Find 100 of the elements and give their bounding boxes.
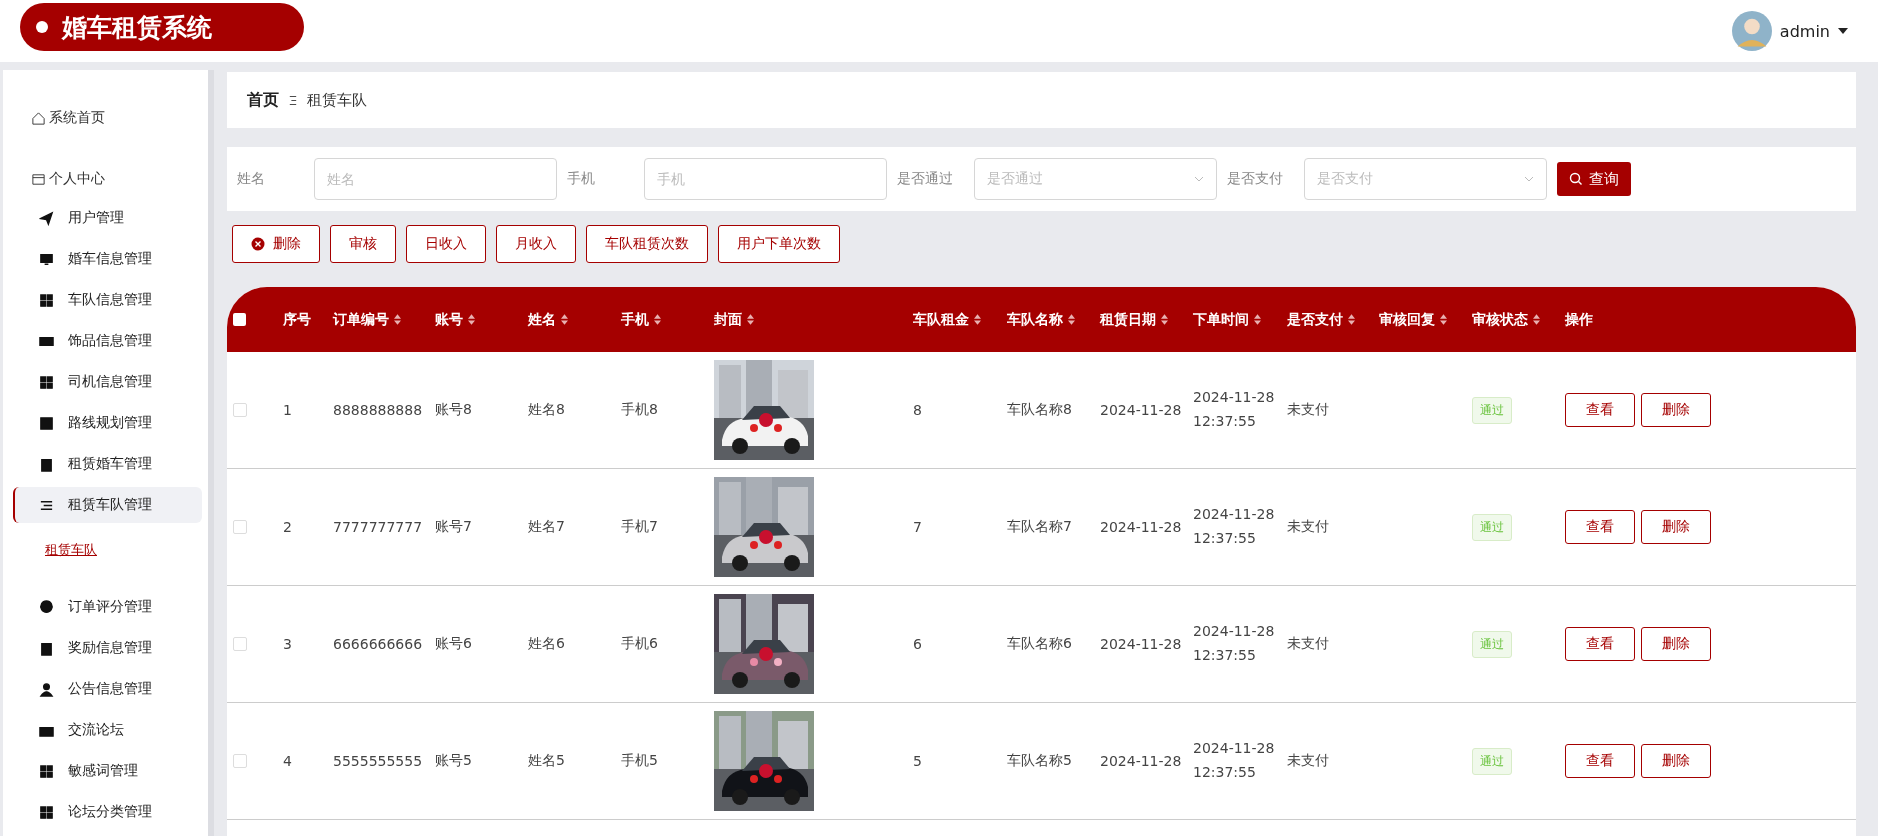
sidebar-item[interactable]: 租赁婚车管理 <box>13 446 202 482</box>
sidebar-item[interactable]: 路线规划管理 <box>13 405 202 441</box>
table-cell: 账号5 <box>435 752 472 770</box>
column-header[interactable]: 账号 <box>435 310 475 329</box>
grid-icon <box>39 374 54 390</box>
sidebar-item[interactable]: 论坛分类管理 <box>13 794 202 830</box>
delete-button[interactable]: 删除 <box>1641 627 1711 661</box>
grid-icon <box>39 292 54 308</box>
table-cell: 车队名称6 <box>1007 635 1072 653</box>
column-header[interactable]: 审核状态 <box>1472 310 1540 329</box>
column-header[interactable]: 下单时间 <box>1193 310 1261 329</box>
action-button[interactable]: 用户下单次数 <box>718 225 840 263</box>
input-field[interactable]: 手机 <box>644 158 887 200</box>
view-button[interactable]: 查看 <box>1565 744 1635 778</box>
sort-icon[interactable] <box>468 314 475 325</box>
table-cell: 账号8 <box>435 401 472 419</box>
field-label: 手机 <box>567 170 596 188</box>
sidebar-item[interactable]: 订单评分管理 <box>13 589 202 625</box>
table-cell-text: 2024-11-28 12:37:55 <box>1193 505 1276 548</box>
caret-icon[interactable] <box>1838 28 1848 34</box>
sort-icon[interactable] <box>747 314 754 325</box>
search-button[interactable]: 查询 <box>1557 162 1631 196</box>
avatar-icon[interactable] <box>1731 11 1772 51</box>
delete-button[interactable]: 删除 <box>1641 744 1711 778</box>
table-cell: 6666666666 <box>333 636 423 652</box>
sort-icon[interactable] <box>1440 314 1447 325</box>
action-button[interactable]: 审核 <box>330 225 396 263</box>
sort-icon[interactable] <box>1348 314 1355 325</box>
table-cell: 2024-11-28 <box>1100 402 1182 418</box>
table-cell: 姓名6 <box>528 635 565 653</box>
sidebar-item[interactable]: 公告信息管理 <box>13 671 202 707</box>
sidebar-item[interactable]: 婚车信息管理 <box>13 241 202 277</box>
table-cell: 手机5 <box>621 752 658 770</box>
column-header[interactable]: 审核回复 <box>1379 310 1447 329</box>
sort-icon[interactable] <box>1533 314 1540 325</box>
table-cell: 手机6 <box>621 635 658 653</box>
sidebar-item[interactable]: 车队信息管理 <box>13 282 202 318</box>
sort-icon[interactable] <box>1254 314 1261 325</box>
column-header[interactable]: 操作 <box>1565 310 1593 329</box>
table-cell: 7 <box>913 519 922 535</box>
column-header[interactable]: 手机 <box>621 310 661 329</box>
sidebar-item[interactable]: 饰品信息管理 <box>13 323 202 359</box>
table-cell: 姓名7 <box>528 518 565 536</box>
column-header[interactable]: 车队租金 <box>913 310 981 329</box>
breadcrumb-link[interactable]: 首页 <box>247 89 279 111</box>
sort-icon[interactable] <box>654 314 661 325</box>
sidebar-item[interactable]: 系统首页 <box>3 98 208 138</box>
column-header[interactable]: 租赁日期 <box>1100 310 1168 329</box>
column-header[interactable]: 车队名称 <box>1007 310 1075 329</box>
delete-button[interactable]: 删除 <box>232 225 320 263</box>
input-field[interactable]: 姓名 <box>314 158 557 200</box>
table-cell: 4 <box>283 753 292 769</box>
column-header[interactable]: 是否支付 <box>1287 310 1355 329</box>
status-tag: 通过 <box>1472 630 1512 658</box>
column-header[interactable]: 姓名 <box>528 310 568 329</box>
sort-icon[interactable] <box>394 314 401 325</box>
row-checkbox[interactable] <box>233 403 247 417</box>
sort-icon[interactable] <box>1161 314 1168 325</box>
delete-button[interactable]: 删除 <box>1641 510 1711 544</box>
grid-icon <box>39 804 54 820</box>
view-button[interactable]: 查看 <box>1565 510 1635 544</box>
table-cell: 未支付 <box>1287 401 1329 419</box>
table-cell: 手机7 <box>621 518 658 536</box>
delete-button[interactable]: 删除 <box>1641 393 1711 427</box>
sidebar-item[interactable]: 交流论坛 <box>13 712 202 748</box>
sort-icon[interactable] <box>974 314 981 325</box>
action-button[interactable]: 日收入 <box>406 225 486 263</box>
table-cell: 账号7 <box>435 518 472 536</box>
user-menu[interactable]: admin <box>1779 21 1830 41</box>
sidebar-item[interactable]: 个人中心 <box>3 159 208 199</box>
table-cell: 7777777777 <box>333 519 423 535</box>
action-button[interactable]: 车队租赁次数 <box>586 225 708 263</box>
sidebar-item[interactable]: 奖励信息管理 <box>13 630 202 666</box>
table-cell: 未支付 <box>1287 752 1329 770</box>
field-label: 是否支付 <box>1227 170 1284 188</box>
app-logo: 婚车租赁系统 <box>20 3 304 51</box>
row-checkbox[interactable] <box>233 637 247 651</box>
sort-icon[interactable] <box>1068 314 1075 325</box>
sidebar-item[interactable]: 用户管理 <box>13 200 202 236</box>
wallet-icon <box>31 171 46 187</box>
row-checkbox[interactable] <box>233 754 247 768</box>
sort-icon[interactable] <box>561 314 568 325</box>
row-checkbox[interactable] <box>233 520 247 534</box>
table-cell: 1 <box>283 402 292 418</box>
sidebar-item[interactable]: 司机信息管理 <box>13 364 202 400</box>
status-tag: 通过 <box>1472 513 1512 541</box>
sidebar-item[interactable]: 敏感词管理 <box>13 753 202 789</box>
action-button[interactable]: 月收入 <box>496 225 576 263</box>
table-cell: 车队名称7 <box>1007 518 1072 536</box>
view-button[interactable]: 查看 <box>1565 627 1635 661</box>
chevron-icon <box>1524 176 1534 182</box>
column-header[interactable]: 序号 <box>283 310 311 329</box>
submenu-link[interactable]: 租赁车队 <box>45 541 97 559</box>
select-all-checkbox[interactable] <box>233 313 246 326</box>
view-button[interactable]: 查看 <box>1565 393 1635 427</box>
table-cell: 8888888888 <box>333 402 423 418</box>
scrollbar[interactable] <box>208 70 214 836</box>
column-header[interactable]: 订单编号 <box>333 310 401 329</box>
column-header[interactable]: 封面 <box>714 310 754 329</box>
sidebar-item[interactable]: 租赁车队管理 <box>13 487 202 523</box>
